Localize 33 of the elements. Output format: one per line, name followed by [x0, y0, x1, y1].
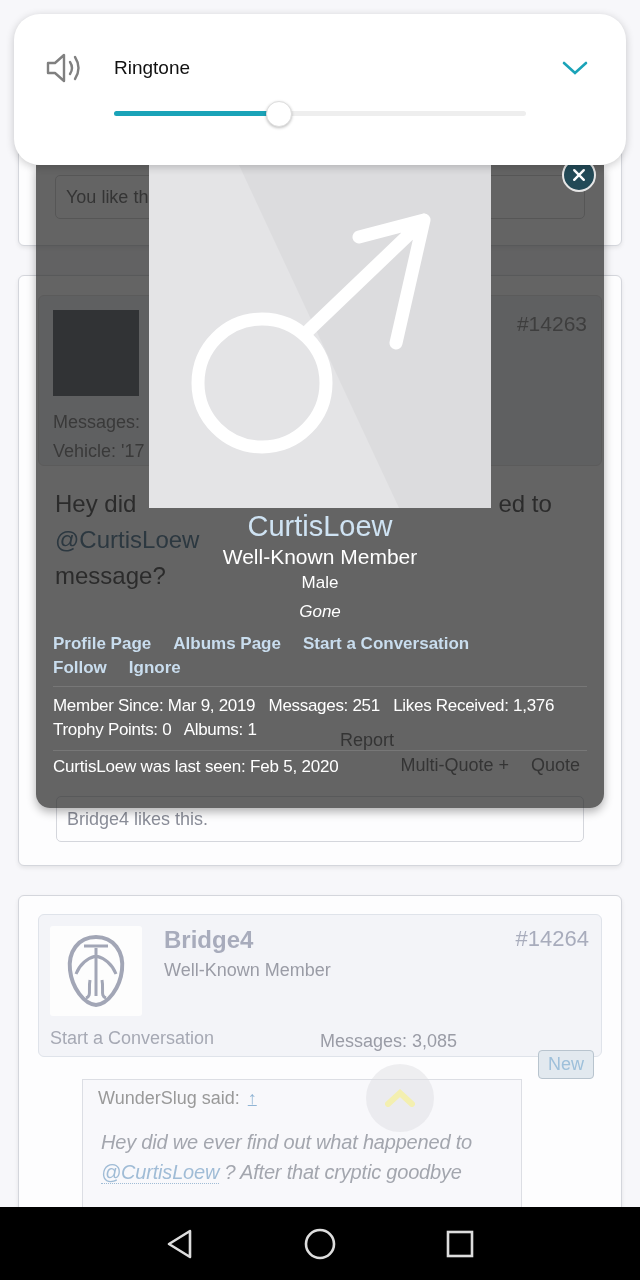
avatar[interactable]: [50, 926, 142, 1016]
profile-link[interactable]: Follow: [53, 658, 107, 678]
recents-icon[interactable]: [446, 1229, 474, 1258]
home-icon[interactable]: [304, 1227, 336, 1260]
member-title: Well-Known Member: [222, 545, 418, 569]
post-number[interactable]: #14264: [515, 926, 589, 952]
volume-label: Ringtone: [114, 57, 192, 79]
profile-link[interactable]: Albums Page: [173, 634, 281, 654]
volume-slider[interactable]: [114, 99, 526, 127]
slider-thumb[interactable]: [265, 101, 292, 127]
status-text: Gone: [299, 602, 341, 622]
start-conversation-link[interactable]: Start a Conversation: [50, 1028, 320, 1052]
shield-emblem-icon: [66, 934, 126, 1008]
author-name[interactable]: Bridge4: [164, 926, 516, 954]
likes-text: Bridge4 likes this.: [67, 808, 209, 830]
new-badge: New: [538, 1050, 594, 1079]
message-text: Hey did: [55, 490, 137, 518]
quote-author: WunderSlug said:: [98, 1088, 240, 1109]
message-text: message?: [55, 562, 166, 590]
messages-count: Messages: 3,085: [320, 1031, 458, 1052]
chevron-down-icon[interactable]: [562, 60, 588, 76]
back-icon[interactable]: [166, 1227, 194, 1260]
member-title: Well-Known Member: [164, 960, 332, 981]
jump-link[interactable]: ↑: [247, 1088, 257, 1109]
close-icon[interactable]: [571, 167, 587, 183]
message-text: ed to: [498, 490, 552, 518]
profile-link[interactable]: Ignore: [128, 658, 181, 678]
profile-link[interactable]: Profile Page: [53, 634, 152, 654]
quote-text: Hey did we ever find out what happened to @CurtisLoew ? After that cryptic goodbye: [101, 1130, 473, 1186]
gender-text: Male: [301, 573, 339, 593]
profile-name[interactable]: CurtisLoew: [247, 510, 393, 543]
mention-link[interactable]: @CurtisLoew: [101, 1161, 220, 1184]
profile-link[interactable]: Start a Conversation: [302, 634, 470, 654]
